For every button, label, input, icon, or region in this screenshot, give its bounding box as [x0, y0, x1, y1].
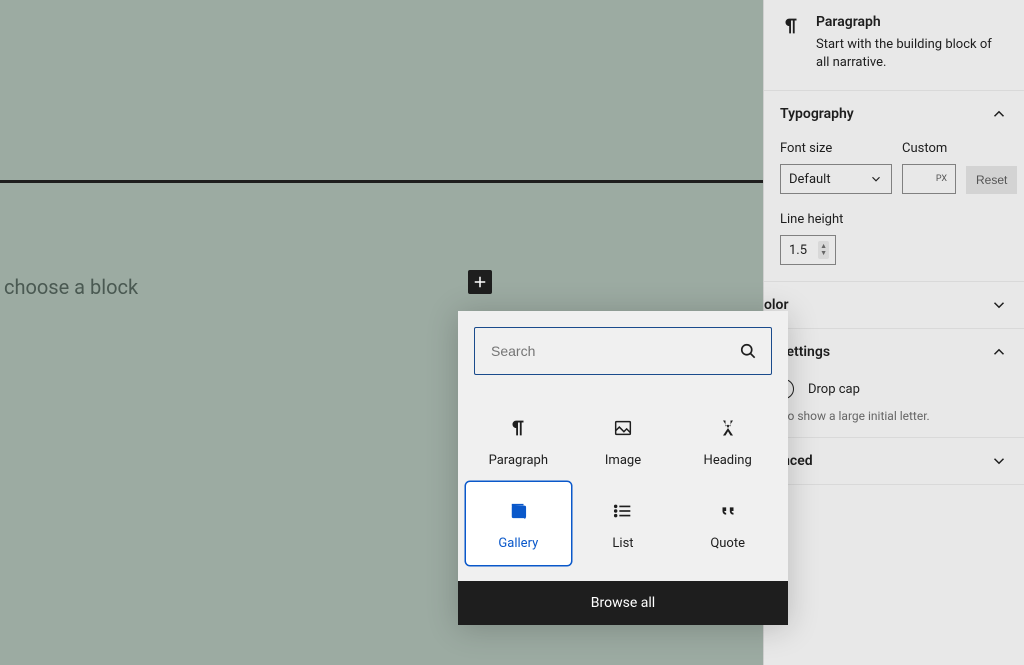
- chevron-down-icon: [990, 296, 1008, 314]
- font-size-select[interactable]: Default: [780, 164, 892, 194]
- number-stepper-icon: ▲▼: [818, 241, 829, 259]
- chevron-up-icon: [990, 105, 1008, 123]
- quote-icon: [717, 500, 739, 522]
- settings-sidebar: Paragraph Start with the building block …: [763, 0, 1024, 665]
- block-item-quote[interactable]: Quote: [675, 482, 780, 565]
- list-icon: [612, 500, 634, 522]
- paragraph-icon: [780, 15, 802, 41]
- gallery-icon: [507, 500, 529, 522]
- color-panel: olor: [764, 282, 1024, 329]
- plus-icon: [471, 273, 489, 291]
- font-size-label: Font size: [780, 141, 892, 156]
- block-card-description: Start with the building block of all nar…: [816, 36, 1008, 72]
- advanced-panel: lvanced: [764, 438, 1024, 485]
- browse-all-button[interactable]: Browse all: [458, 581, 788, 625]
- chevron-down-icon: [869, 172, 883, 186]
- advanced-panel-toggle[interactable]: lvanced: [764, 438, 1024, 484]
- search-input[interactable]: [474, 327, 772, 375]
- drop-cap-label: Drop cap: [808, 382, 860, 397]
- inserter-search-wrap: [458, 311, 788, 391]
- block-item-heading[interactable]: Heading: [675, 399, 780, 482]
- separator-line: [0, 180, 763, 183]
- typography-panel: Typography Font size Default Custom px R…: [764, 91, 1024, 282]
- chevron-up-icon: [990, 343, 1008, 361]
- block-grid: Paragraph Image Heading Gallery List Quo…: [458, 391, 788, 581]
- add-block-button[interactable]: [468, 270, 492, 294]
- line-height-input[interactable]: 1.5 ▲▼: [780, 235, 836, 265]
- text-settings-panel-toggle[interactable]: xt settings: [764, 329, 1024, 375]
- block-item-paragraph[interactable]: Paragraph: [466, 399, 571, 482]
- custom-size-input[interactable]: px: [902, 164, 956, 194]
- color-panel-toggle[interactable]: olor: [764, 282, 1024, 328]
- block-placeholder[interactable]: choose a block: [4, 275, 138, 299]
- block-item-image[interactable]: Image: [571, 399, 676, 482]
- custom-label: Custom: [902, 141, 956, 156]
- reset-button[interactable]: Reset: [966, 166, 1017, 194]
- block-card-title: Paragraph: [816, 14, 1008, 30]
- block-card: Paragraph Start with the building block …: [764, 0, 1024, 91]
- heading-icon: [718, 418, 738, 438]
- line-height-label: Line height: [780, 212, 1008, 227]
- paragraph-icon: [507, 417, 529, 439]
- block-inserter-popover: Paragraph Image Heading Gallery List Quo…: [458, 311, 788, 625]
- image-icon: [612, 417, 634, 439]
- block-item-list[interactable]: List: [571, 482, 676, 565]
- chevron-down-icon: [990, 452, 1008, 470]
- text-settings-panel: xt settings Drop cap ggle to show a larg…: [764, 329, 1024, 438]
- typography-panel-toggle[interactable]: Typography: [764, 91, 1024, 137]
- drop-cap-hint: ggle to show a large initial letter.: [758, 409, 1024, 437]
- block-item-gallery[interactable]: Gallery: [466, 482, 571, 565]
